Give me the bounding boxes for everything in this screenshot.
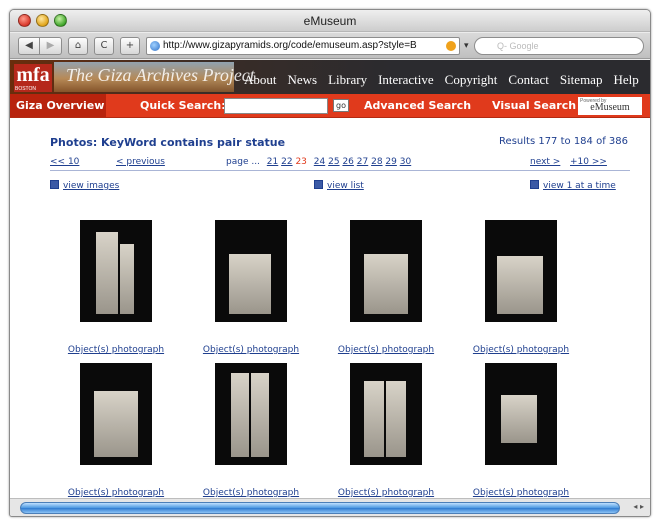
giza-overview-link[interactable]: Giza Overview: [10, 94, 106, 117]
nav-about[interactable]: About: [244, 72, 277, 87]
pagination: << 10 < previous page ... 21 22 23 24 25…: [50, 157, 630, 171]
home-button[interactable]: ⌂: [68, 37, 88, 55]
nav-contact[interactable]: Contact: [508, 72, 548, 87]
advanced-search-link[interactable]: Advanced Search: [364, 99, 471, 112]
photo-caption-link[interactable]: Object(s) photograph: [320, 488, 452, 498]
nav-sitemap[interactable]: Sitemap: [560, 72, 603, 87]
go-button[interactable]: go: [333, 99, 349, 112]
photo-caption-link[interactable]: Object(s) photograph: [320, 345, 452, 355]
visual-search-link[interactable]: Visual Search: [492, 99, 576, 112]
view-images-label: view images: [63, 181, 120, 191]
url-dropdown-icon[interactable]: ▾: [464, 41, 469, 51]
back-10-link[interactable]: << 10: [50, 157, 79, 167]
globe-icon: [150, 41, 160, 51]
view-list-label: view list: [327, 181, 364, 191]
results-title: Photos: KeyWord contains pair statue: [50, 136, 286, 149]
photo-card: Object(s) photograph: [455, 220, 575, 360]
page-link[interactable]: 29: [385, 157, 396, 167]
page-content: mfa BOSTON The Giza Archives Project Abo…: [10, 60, 650, 498]
statue-thumbnail[interactable]: [350, 220, 422, 322]
view-one-link[interactable]: view 1 at a time: [530, 180, 616, 191]
address-url: http://www.gizapyramids.org/code/emuseum…: [163, 40, 417, 51]
photo-card: Object(s) photograph: [185, 363, 305, 498]
nav-copyright[interactable]: Copyright: [445, 72, 498, 87]
nav-news[interactable]: News: [288, 72, 318, 87]
statue-thumbnail[interactable]: [215, 363, 287, 465]
photo-grid: Object(s) photograph Object(s) photograp…: [50, 220, 640, 498]
powered-by-label: Powered by: [580, 98, 607, 104]
back-button[interactable]: ◀: [18, 37, 40, 55]
statue-thumbnail[interactable]: [485, 363, 557, 465]
photo-caption-link[interactable]: Object(s) photograph: [185, 345, 317, 355]
address-bar[interactable]: http://www.gizapyramids.org/code/emuseum…: [146, 37, 460, 55]
quick-search-input[interactable]: [224, 98, 328, 114]
statue-thumbnail[interactable]: [350, 363, 422, 465]
list-view-icon: [314, 180, 323, 189]
photo-caption-link[interactable]: Object(s) photograph: [185, 488, 317, 498]
nav-interactive[interactable]: Interactive: [378, 72, 434, 87]
nav-library[interactable]: Library: [328, 72, 367, 87]
title-bar: eMuseum: [10, 10, 650, 32]
nav-help[interactable]: Help: [613, 72, 638, 87]
page-link[interactable]: 27: [357, 157, 368, 167]
window-title: eMuseum: [303, 14, 357, 28]
page-link[interactable]: 24: [314, 157, 325, 167]
current-page: 23: [295, 157, 307, 167]
grid-view-icon: [50, 180, 59, 189]
page-link[interactable]: 26: [342, 157, 353, 167]
page-link[interactable]: 22: [281, 157, 292, 167]
banner-title: The Giza Archives Project: [66, 65, 255, 85]
page-link[interactable]: 28: [371, 157, 382, 167]
rss-icon[interactable]: [446, 41, 456, 51]
statue-thumbnail[interactable]: [80, 363, 152, 465]
search-field[interactable]: Q- Google: [474, 37, 644, 55]
browser-window: eMuseum ◀ ▶ ⌂ C + http://www.gizapyramid…: [9, 9, 651, 517]
view-list-link[interactable]: view list: [314, 180, 364, 191]
page-link[interactable]: 21: [267, 157, 278, 167]
results-count: Results 177 to 184 of 386: [499, 136, 628, 147]
forward-10-link[interactable]: +10 >>: [570, 157, 607, 167]
statue-thumbnail[interactable]: [215, 220, 287, 322]
emuseum-badge[interactable]: Powered by eMuseum: [578, 97, 642, 115]
forward-button[interactable]: ▶: [40, 37, 62, 55]
top-nav: About News Library Interactive Copyright Cont…: [244, 69, 650, 88]
previous-link[interactable]: < previous: [116, 157, 165, 167]
reload-button[interactable]: C: [94, 37, 114, 55]
view-options: view images view list view 1 at a time: [50, 180, 630, 194]
site-header: mfa BOSTON The Giza Archives Project Abo…: [10, 60, 650, 94]
search-placeholder: Q- Google: [497, 41, 539, 51]
photo-card: Object(s) photograph: [50, 363, 170, 498]
scrollbar-thumb[interactable]: [20, 502, 620, 514]
page-link[interactable]: 30: [400, 157, 411, 167]
quick-search-label: Quick Search:: [140, 99, 226, 112]
photo-card: Object(s) photograph: [455, 363, 575, 498]
view-one-label: view 1 at a time: [543, 181, 616, 191]
page-numbers: page ... 21 22 23 24 25 26 27 28 29 30: [226, 157, 411, 167]
scroll-arrows-icon[interactable]: ◂ ▸: [633, 502, 644, 511]
page-link[interactable]: 25: [328, 157, 339, 167]
photo-caption-link[interactable]: Object(s) photograph: [455, 488, 587, 498]
statue-thumbnail[interactable]: [485, 220, 557, 322]
divider: [50, 170, 630, 171]
photo-card: Object(s) photograph: [320, 363, 440, 498]
add-bookmark-button[interactable]: +: [120, 37, 140, 55]
single-view-icon: [530, 180, 539, 189]
photo-caption-link[interactable]: Object(s) photograph: [50, 488, 182, 498]
photo-caption-link[interactable]: Object(s) photograph: [455, 345, 587, 355]
statue-thumbnail[interactable]: [80, 220, 152, 322]
photo-card: Object(s) photograph: [320, 220, 440, 360]
mfa-logo-subtitle: BOSTON: [15, 86, 37, 92]
view-images-link[interactable]: view images: [50, 180, 119, 191]
page-label: page ...: [226, 157, 260, 167]
search-bar: Giza Overview Quick Search: go Advanced …: [10, 94, 650, 118]
photo-card: Object(s) photograph: [185, 220, 305, 360]
next-link[interactable]: next >: [530, 157, 560, 167]
photo-caption-link[interactable]: Object(s) photograph: [50, 345, 182, 355]
browser-toolbar: ◀ ▶ ⌂ C + http://www.gizapyramids.org/co…: [10, 33, 650, 59]
photo-card: Object(s) photograph: [50, 220, 170, 360]
horizontal-scrollbar[interactable]: ◂ ▸: [10, 498, 650, 516]
